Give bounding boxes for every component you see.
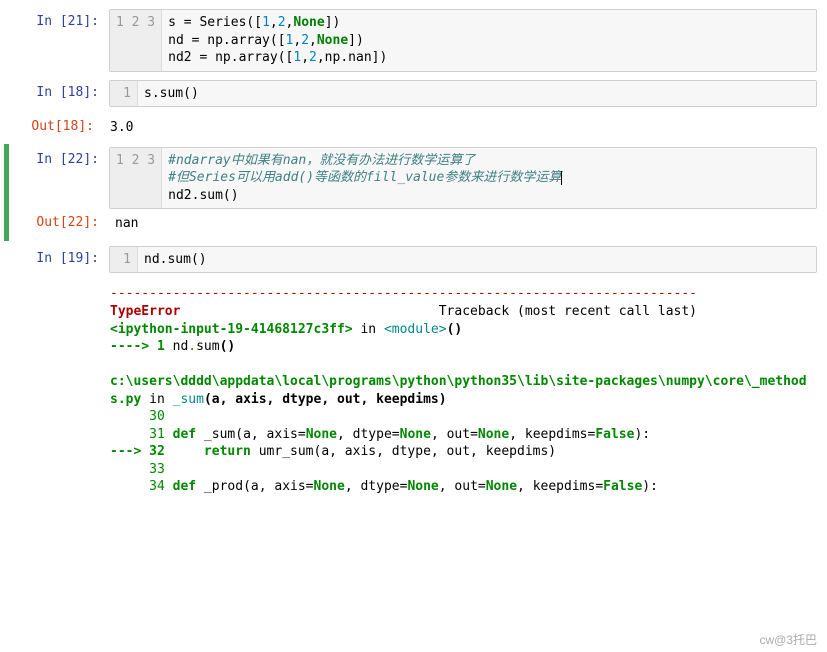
input-prompt: In [21]: — [9, 9, 109, 72]
code-input-area[interactable]: 1 2 3 s = Series([1,2,None]) nd = np.arr… — [109, 9, 817, 72]
code-editor[interactable]: nd.sum() — [138, 247, 816, 273]
output-text: 3.0 — [104, 114, 817, 142]
line-gutter: 1 — [110, 247, 138, 273]
code-cell[interactable]: In [21]: 1 2 3 s = Series([1,2,None]) nd… — [4, 6, 817, 75]
code-editor[interactable]: s.sum() — [138, 81, 816, 107]
input-prompt: In [18]: — [9, 80, 109, 108]
line-gutter: 1 2 3 — [110, 10, 162, 71]
code-editor[interactable]: s = Series([1,2,None]) nd = np.array([1,… — [162, 10, 816, 71]
traceback-text: ----------------------------------------… — [104, 280, 817, 501]
code-cell[interactable]: In [22]: 1 2 3 #ndarray中如果有nan，就没有办法进行数学… — [4, 144, 817, 213]
output-row: Out[18]: 3.0 — [4, 112, 817, 142]
line-gutter: 1 2 3 — [110, 148, 162, 209]
watermark: cw@3托巴 — [759, 631, 817, 648]
code-editor[interactable]: #ndarray中如果有nan，就没有办法进行数学运算了 #但Series可以用… — [162, 148, 816, 209]
output-row: Out[22]: nan — [4, 210, 817, 241]
output-prompt: Out[22]: — [9, 210, 109, 238]
output-prompt: Out[18]: — [4, 114, 104, 142]
traceback-output: ----------------------------------------… — [4, 278, 817, 501]
code-cell[interactable]: In [18]: 1 s.sum() — [4, 77, 817, 111]
line-gutter: 1 — [110, 81, 138, 107]
code-input-area[interactable]: 1 2 3 #ndarray中如果有nan，就没有办法进行数学运算了 #但Ser… — [109, 147, 817, 210]
code-input-area[interactable]: 1 nd.sum() — [109, 246, 817, 274]
code-cell[interactable]: In [19]: 1 nd.sum() — [4, 243, 817, 277]
empty-prompt — [4, 280, 104, 501]
output-text: nan — [109, 210, 817, 238]
code-input-area[interactable]: 1 s.sum() — [109, 80, 817, 108]
input-prompt: In [22]: — [9, 147, 109, 210]
input-prompt: In [19]: — [9, 246, 109, 274]
